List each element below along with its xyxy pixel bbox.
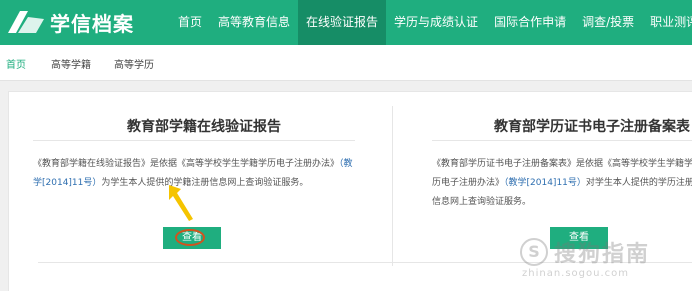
- card-description-enrollment: 《教育部学籍在线验证报告》是依据《高等学校学生学籍学历电子注册办法》（教学[20…: [33, 155, 358, 193]
- subnav-item-home[interactable]: 首页: [6, 56, 26, 71]
- card-title-degree-filing-form: 教育部学历证书电子注册备案表: [494, 119, 690, 135]
- nav-item-higher-education-info[interactable]: 高等教育信息: [210, 0, 298, 45]
- regulation-link[interactable]: （教学[2014]11号）: [504, 178, 586, 188]
- nav-item-international-cooperation[interactable]: 国际合作申请: [486, 0, 574, 45]
- sub-nav: 首页 高等学籍 高等学历: [0, 45, 692, 81]
- logo-text: 学信档案: [50, 11, 134, 36]
- view-degree-filing-form-button[interactable]: 查看: [550, 227, 608, 249]
- card-title-underline: [432, 140, 692, 141]
- nav-item-online-verification-report[interactable]: 在线验证报告: [298, 0, 387, 45]
- nav-item-survey-vote[interactable]: 调查/投票: [574, 0, 642, 45]
- nav-item-career-assessment[interactable]: 职业测评: [642, 0, 692, 45]
- top-header: 学信档案 首页 高等教育信息 在线验证报告 学历与成绩认证 国际合作申请 调查/…: [0, 0, 692, 45]
- card-title-enrollment-report: 教育部学籍在线验证报告: [127, 119, 281, 135]
- pointer-arrow-icon: [169, 185, 193, 221]
- nav-item-degree-transcript-certification[interactable]: 学历与成绩认证: [386, 0, 486, 45]
- desc-text: 为学生本人提供的学籍注册信息网上查询验证服务。: [101, 178, 309, 188]
- card-title-underline: [33, 140, 355, 141]
- book-logo-icon: [8, 11, 44, 33]
- subnav-item-higher-degree[interactable]: 高等学历: [114, 56, 154, 71]
- nav-item-home[interactable]: 首页: [170, 0, 210, 45]
- column-divider: [392, 106, 393, 266]
- card-description-degree: 《教育部学历证书电子注册备案表》是依据《高等学校学生学籍学历电子注册办法》（教学…: [432, 155, 692, 212]
- button-label: 查看: [569, 232, 589, 243]
- logo[interactable]: 学信档案: [6, 6, 134, 38]
- main-nav: 首页 高等教育信息 在线验证报告 学历与成绩认证 国际合作申请 调查/投票 职业…: [170, 0, 692, 45]
- desc-text: 《教育部学籍在线验证报告》是依据《高等学校学生学籍学历电子注册办法》: [33, 159, 340, 169]
- bottom-divider: [38, 262, 692, 263]
- subnav-item-higher-enrollment[interactable]: 高等学籍: [51, 56, 91, 71]
- view-enrollment-report-button[interactable]: 查看: [163, 227, 221, 249]
- highlight-circle-annotation: [175, 229, 205, 246]
